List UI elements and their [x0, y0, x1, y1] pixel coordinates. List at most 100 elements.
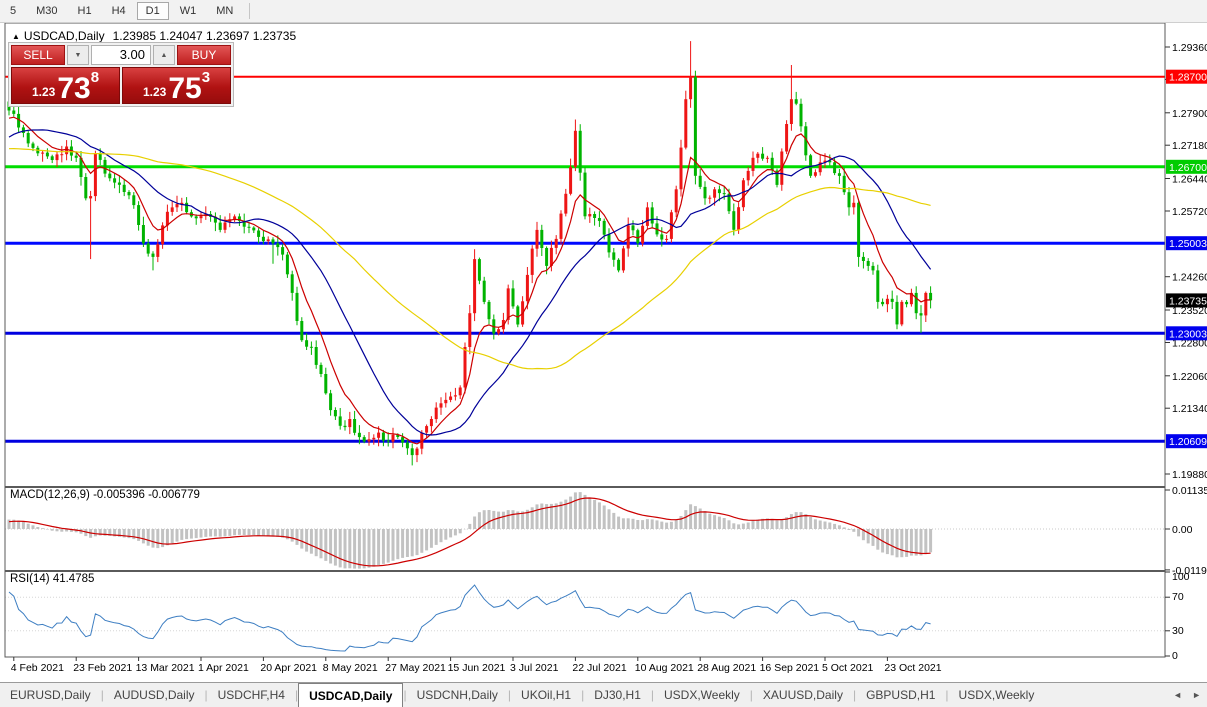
candle-body	[406, 443, 409, 449]
candle-body	[411, 448, 414, 455]
candle-body	[12, 111, 15, 114]
candle-body	[660, 234, 663, 239]
sell-price-display[interactable]: 1.23738	[11, 67, 120, 104]
tab-scroll-arrows: ◄ ►	[1173, 683, 1201, 707]
chart-canvas[interactable]: 1.293601.286401.279001.271801.264401.257…	[0, 22, 1207, 683]
candle-body	[195, 216, 198, 218]
price-badge-label: 1.25003	[1169, 238, 1207, 250]
date-axis-label[interactable]: 22 Jul 2021	[572, 662, 626, 674]
tab-usdcad-daily[interactable]: USDCAD,Daily	[298, 683, 403, 707]
candle-body	[219, 223, 222, 230]
price-badge-label: 1.28700	[1169, 72, 1207, 84]
candle-body	[872, 266, 875, 271]
candle-body	[281, 247, 284, 255]
date-axis-label[interactable]: 23 Oct 2021	[884, 662, 941, 674]
timeframe-h1[interactable]: H1	[69, 2, 101, 20]
candle-body	[46, 153, 49, 157]
sell-price-prefix: 1.23	[32, 85, 55, 99]
date-axis-label[interactable]: 13 Mar 2021	[136, 662, 195, 674]
date-axis-label[interactable]: 16 Sep 2021	[760, 662, 820, 674]
candle-body	[142, 225, 145, 243]
candle-body	[800, 104, 803, 127]
candle-body	[128, 192, 131, 195]
candle-body	[94, 153, 97, 196]
date-axis-label[interactable]: 1 Apr 2021	[198, 662, 249, 674]
candle-body	[843, 176, 846, 192]
timeframe-w1[interactable]: W1	[171, 2, 206, 20]
timeframe-d1[interactable]: D1	[137, 2, 169, 20]
date-axis-label[interactable]: 4 Feb 2021	[11, 662, 64, 674]
candle-body	[809, 155, 812, 176]
candle-body	[737, 207, 740, 230]
candle-body	[905, 302, 908, 304]
candle-body	[305, 340, 308, 347]
candle-body	[348, 419, 351, 427]
candle-body	[113, 178, 116, 182]
candle-body	[377, 433, 380, 438]
candle-body	[449, 397, 452, 400]
date-axis-label[interactable]: 15 Jun 2021	[448, 662, 506, 674]
timeframe-mn[interactable]: MN	[207, 2, 242, 20]
expand-triangle-icon[interactable]: ▲	[12, 32, 20, 41]
candle-body	[881, 302, 884, 304]
date-axis-label[interactable]: 28 Aug 2021	[697, 662, 756, 674]
date-axis-label[interactable]: 27 May 2021	[385, 662, 446, 674]
volume-decrease-button[interactable]: ▼	[67, 45, 89, 65]
tab-xauusd-daily[interactable]: XAUUSD,Daily	[753, 683, 853, 707]
candle-body	[123, 185, 126, 192]
price-axis-label: 1.22060	[1172, 371, 1207, 383]
candle-body	[675, 189, 678, 212]
price-axis-label: 1.29360	[1172, 42, 1207, 54]
candle-body	[651, 207, 654, 223]
volume-input[interactable]: 3.00	[91, 45, 151, 65]
one-click-trading-panel: SELL ▼ 3.00 ▲ BUY 1.23738 1.23753	[8, 42, 234, 107]
timeframe-h4[interactable]: H4	[103, 2, 135, 20]
candle-body	[622, 248, 625, 270]
timeframe-m30[interactable]: M30	[27, 2, 66, 20]
tab-ukoil-h1[interactable]: UKOil,H1	[511, 683, 581, 707]
candle-body	[108, 174, 111, 179]
date-axis-label[interactable]: 10 Aug 2021	[635, 662, 694, 674]
date-axis-label[interactable]: 3 Jul 2021	[510, 662, 559, 674]
tab-gbpusd-h1[interactable]: GBPUSD,H1	[856, 683, 945, 707]
candle-body	[444, 400, 447, 403]
tabs-scroll-left-icon[interactable]: ◄	[1173, 690, 1182, 700]
tabs-scroll-right-icon[interactable]: ►	[1192, 690, 1201, 700]
candle-body	[353, 419, 356, 433]
date-axis-label[interactable]: 5 Oct 2021	[822, 662, 874, 674]
candle-body	[171, 207, 174, 212]
volume-increase-button[interactable]: ▲	[153, 45, 175, 65]
price-badge-label: 1.23003	[1169, 328, 1207, 340]
triangle-up-icon: ▲	[161, 52, 168, 59]
candle-body	[560, 214, 563, 239]
tab-usdx-weekly[interactable]: USDX,Weekly	[949, 683, 1045, 707]
sell-button[interactable]: SELL	[11, 45, 65, 65]
chart-ohlc-quote: 1.23985 1.24047 1.23697 1.23735	[113, 29, 297, 43]
price-axis-label: 1.24260	[1172, 272, 1207, 284]
candle-body	[512, 288, 515, 306]
candle-body	[320, 365, 323, 374]
candle-body	[65, 147, 68, 155]
candle-body	[857, 203, 860, 257]
price-axis-label: 1.27180	[1172, 140, 1207, 152]
timeframe-toolbar: 5M30H1H4D1W1MN	[0, 0, 1207, 23]
tab-usdcnh-daily[interactable]: USDCNH,Daily	[407, 683, 508, 707]
candle-body	[608, 235, 611, 253]
timeframe-5[interactable]: 5	[1, 2, 25, 20]
candle-body	[848, 192, 851, 207]
candle-body	[185, 203, 188, 212]
date-axis-label[interactable]: 20 Apr 2021	[260, 662, 317, 674]
candle-body	[334, 410, 337, 416]
date-axis-label[interactable]: 8 May 2021	[323, 662, 378, 674]
chart-symbol-label: USDCAD,Daily	[24, 29, 105, 43]
tab-dj30-h1[interactable]: DJ30,H1	[584, 683, 651, 707]
tab-usdx-weekly[interactable]: USDX,Weekly	[654, 683, 750, 707]
date-axis-label[interactable]: 23 Feb 2021	[73, 662, 132, 674]
tab-usdchf-h4[interactable]: USDCHF,H4	[208, 683, 295, 707]
tab-eurusd-daily[interactable]: EURUSD,Daily	[0, 683, 101, 707]
candle-body	[684, 99, 687, 147]
buy-price-display[interactable]: 1.23753	[122, 67, 231, 104]
candle-body	[699, 176, 702, 187]
tab-audusd-daily[interactable]: AUDUSD,Daily	[104, 683, 205, 707]
buy-button[interactable]: BUY	[177, 45, 231, 65]
